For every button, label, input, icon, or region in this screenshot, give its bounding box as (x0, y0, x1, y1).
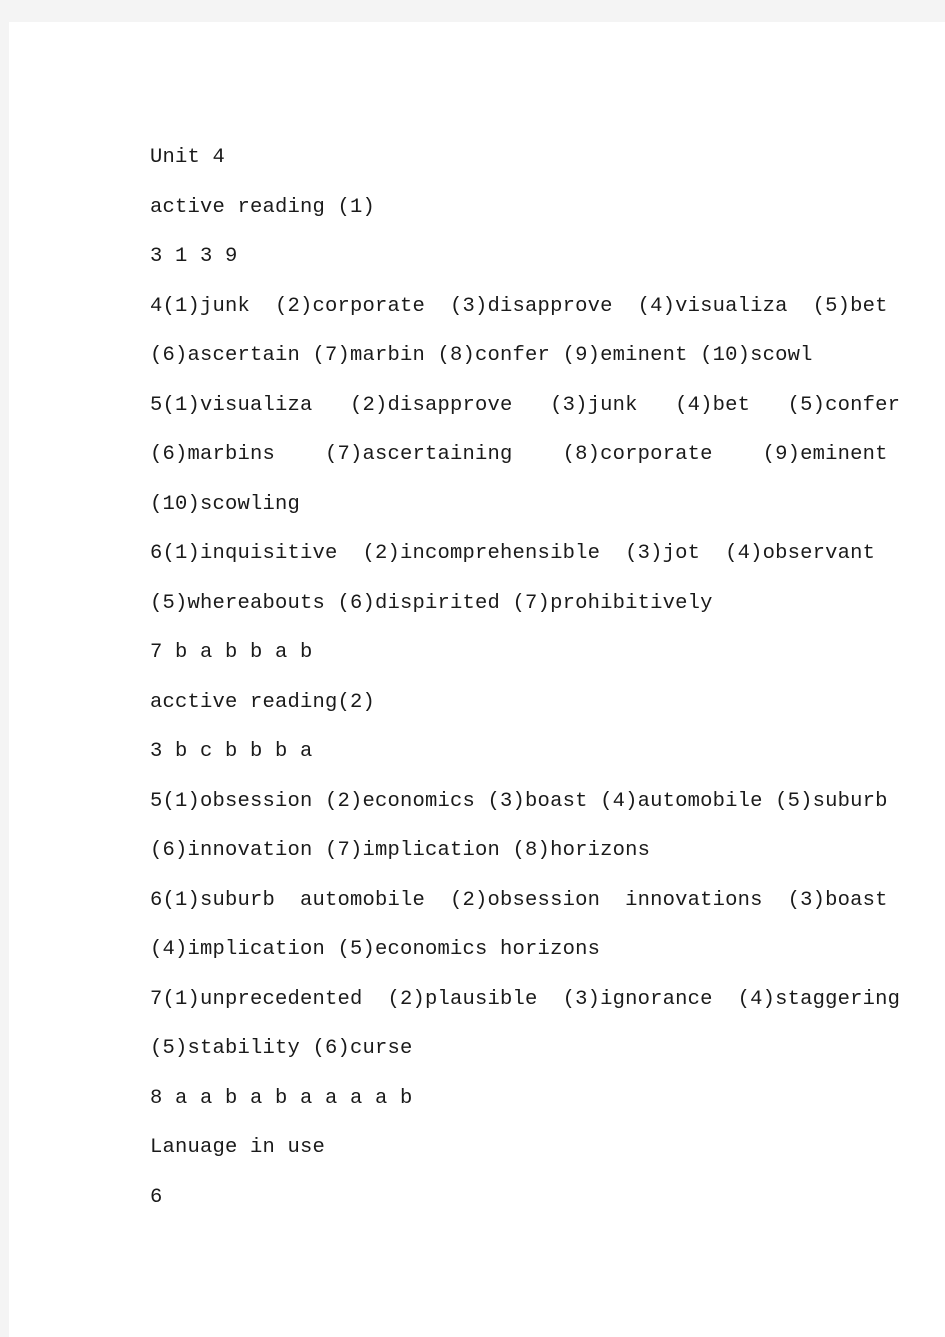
text-line-ar2-item-7-answers-part1: 7(1)unprecedented (2)plausible (3)ignora… (150, 987, 901, 1011)
document-viewer[interactable]: Unit 4 active reading (1) 3 1 3 9 4(1)ju… (0, 0, 945, 1337)
text-line-ar2-item-7-answers-part2: (5)stability (6)curse (150, 1037, 413, 1060)
text-line-heading-active-reading-1: active reading (1) (150, 195, 376, 219)
text-line-ar2-item-5-answers-part1: 5(1)obsession (2)economics (3)boast (4)a… (150, 789, 888, 813)
text-line-item-4-answers-part1: 4(1)junk (2)corporate (3)disapprove (4)v… (150, 294, 888, 318)
page-sheet: Unit 4 active reading (1) 3 1 3 9 4(1)ju… (9, 22, 945, 1337)
text-line-heading-language-in-use: Lanuage in use (150, 1136, 326, 1159)
text-line-ar2-item-6-answers-part1: 6(1)suburb automobile (2)obsession innov… (150, 888, 888, 912)
text-line-item-5-answers-part1: 5(1)visualiza (2)disapprove (3)junk (4)b… (150, 393, 901, 417)
document-text-body: Unit 4 active reading (1) 3 1 3 9 4(1)ju… (150, 133, 901, 1222)
text-line-ar2-item-3-answers: 3 b c b b b a (150, 740, 313, 763)
text-line-unit-title: Unit 4 (150, 146, 226, 169)
text-line-liu-item-6: 6 (150, 1185, 163, 1209)
text-line-ar2-item-6-answers-part2: (4)implication (5)economics horizons (150, 938, 601, 961)
text-line-item-4-answers-part2: (6)ascertain (7)marbin (8)confer (9)emin… (150, 344, 813, 367)
text-line-item-6-answers-part2: (5)whereabouts (6)dispirited (7)prohibit… (150, 591, 713, 615)
text-line-ar2-item-8-answers: 8 a a b a b a a a a b (150, 1086, 413, 1110)
text-line-item-5-answers-part2: (6)marbins (7)ascertaining (8)corporate … (150, 443, 888, 466)
text-line-heading-active-reading-2: acctive reading(2) (150, 690, 376, 714)
text-line-item-7-answers: 7 b a b b a b (150, 641, 313, 664)
text-line-item-3-answers: 3 1 3 9 (150, 245, 238, 268)
text-line-item-5-answers-part3: (10)scowling (150, 492, 301, 516)
text-line-ar2-item-5-answers-part2: (6)innovation (7)implication (8)horizons (150, 839, 651, 862)
text-line-item-6-answers-part1: 6(1)inquisitive (2)incomprehensible (3)j… (150, 542, 876, 565)
